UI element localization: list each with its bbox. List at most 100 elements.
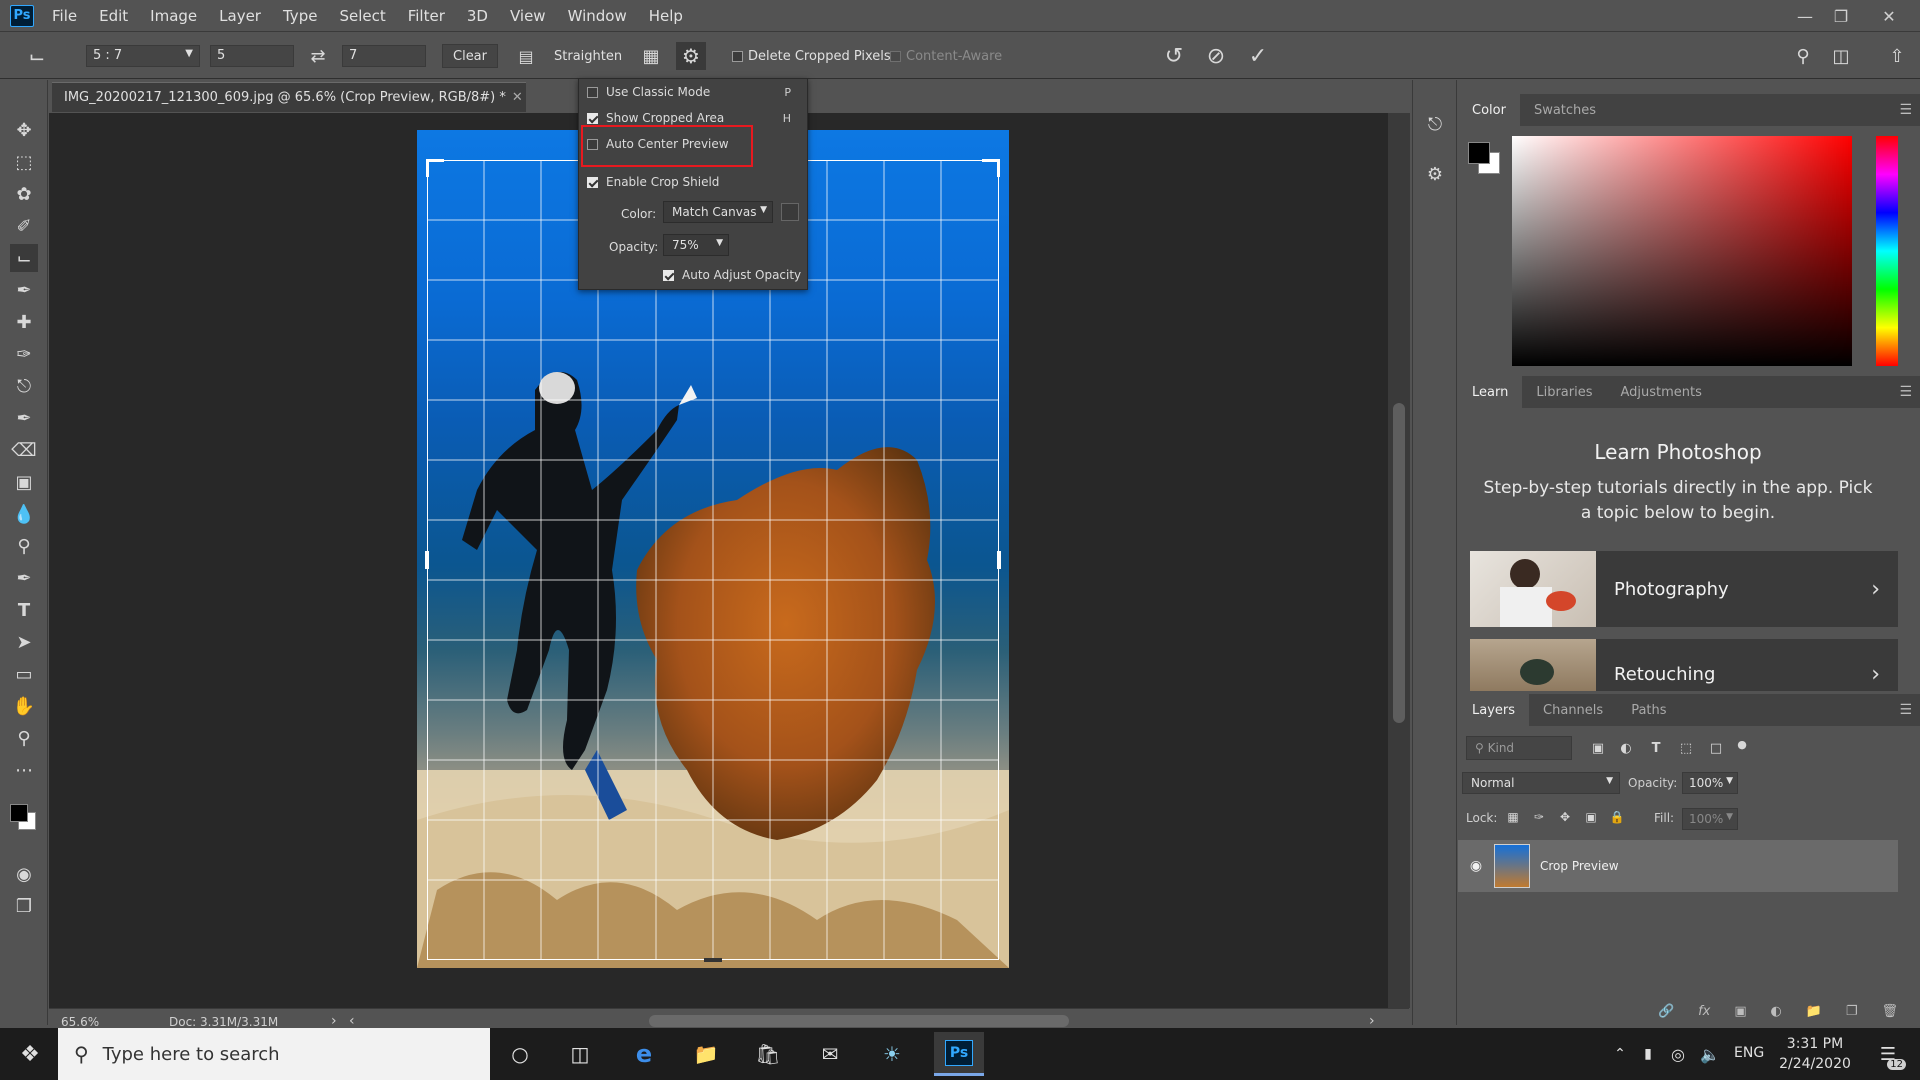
document-tab[interactable]: IMG_20200217_121300_609.jpg @ 65.6% (Cro… [52,82,526,112]
show-cropped-area-option[interactable]: Show Cropped Area H [587,111,801,125]
learn-card-retouching[interactable]: Retouching › [1470,639,1898,691]
layer-fill-input[interactable]: 100% ▼ [1682,808,1738,830]
file-explorer-icon[interactable]: 📁 [686,1036,726,1072]
content-aware-checkbox[interactable] [890,51,901,62]
windows-start-icon[interactable]: ❖ [10,1036,50,1072]
panel-menu-icon[interactable]: ☰ [1899,384,1912,400]
edge-browser-icon[interactable]: e [624,1036,664,1072]
eyedropper-tool-icon[interactable]: ✒ [10,276,38,304]
hand-tool-icon[interactable]: ✋ [10,692,38,720]
language-indicator[interactable]: ENG [1734,1045,1764,1061]
crop-handle-right[interactable] [997,551,1001,569]
filter-pixel-icon[interactable]: ▣ [1588,738,1608,758]
hue-slider[interactable] [1876,136,1898,366]
use-classic-mode-checkbox[interactable] [587,86,598,98]
filter-shape-icon[interactable]: ⬚ [1676,738,1696,758]
menu-type[interactable]: Type [283,7,317,25]
menu-select[interactable]: Select [339,7,385,25]
quick-mask-icon[interactable]: ◉ [10,860,38,888]
pen-tool-icon[interactable]: ✒ [10,564,38,592]
delete-layer-icon[interactable]: 🗑 [1881,1004,1898,1022]
swap-dimensions-icon[interactable]: ⇄ [306,45,330,67]
new-layer-icon[interactable]: ❐ [1846,1004,1858,1022]
zoom-level[interactable]: 65.6% [61,1015,99,1029]
menu-window[interactable]: Window [568,7,627,25]
lock-position-icon[interactable]: ✥ [1556,808,1574,826]
overlay-grid-icon[interactable]: ▦ [638,44,664,68]
taskbar-search-box[interactable]: ⚲ Type here to search [58,1028,490,1080]
canvas-vertical-scrollbar[interactable] [1388,113,1410,1008]
crop-tool-icon[interactable]: ⌙ [10,244,38,272]
layer-opacity-input[interactable]: 100% ▼ [1682,772,1738,794]
lasso-tool-icon[interactable]: ✿ [10,180,38,208]
menu-filter[interactable]: Filter [408,7,445,25]
mail-icon[interactable]: ✉ [810,1036,850,1072]
quick-select-tool-icon[interactable]: ✐ [10,212,38,240]
lock-artboard-icon[interactable]: ▣ [1582,808,1600,826]
crop-handle-bottom[interactable] [704,958,722,962]
panel-menu-icon[interactable]: ☰ [1899,702,1912,718]
horizontal-scroll-thumb[interactable] [649,1015,1069,1027]
menu-view[interactable]: View [510,7,546,25]
lock-transparent-pixels-icon[interactable]: ▦ [1504,808,1522,826]
filter-toggle-icon[interactable]: ● [1734,736,1750,752]
chevron-right-icon[interactable]: › [331,1013,337,1029]
restore-icon[interactable]: ❐ [1818,0,1864,32]
eraser-tool-icon[interactable]: ⌫ [10,436,38,464]
chevron-left-icon[interactable]: ‹ [349,1013,355,1029]
gear-icon[interactable]: ⚙ [676,42,706,70]
healing-brush-tool-icon[interactable]: ✚ [10,308,38,336]
tab-libraries[interactable]: Libraries [1522,376,1606,408]
marquee-tool-icon[interactable]: ⬚ [10,148,38,176]
use-classic-mode-option[interactable]: Use Classic Mode P [587,85,801,99]
straighten-icon[interactable]: ▤ [514,44,538,68]
visibility-eye-icon[interactable]: ◉ [1458,858,1494,874]
type-tool-icon[interactable]: T [10,596,38,624]
move-tool-icon[interactable]: ✥ [10,116,38,144]
lock-image-pixels-icon[interactable]: ✑ [1530,808,1548,826]
crop-handle-left[interactable] [425,551,429,569]
tab-paths[interactable]: Paths [1617,694,1680,726]
properties-panel-icon[interactable]: ⚙ [1421,160,1449,188]
blend-mode-select[interactable]: Normal ▼ [1462,772,1620,794]
reset-icon[interactable]: ↺ [1160,43,1188,69]
color-field[interactable] [1512,136,1852,366]
crop-tool-preset-icon[interactable]: ⌙ [24,44,50,68]
delete-cropped-checkbox[interactable] [732,51,743,62]
clone-stamp-tool-icon[interactable]: ⎋ [10,372,38,400]
enable-crop-shield-checkbox[interactable] [587,176,598,188]
notification-center-icon[interactable]: ☰ 12 [1868,1036,1908,1072]
crop-width-input[interactable]: 5 [210,45,294,67]
filter-adjustment-icon[interactable]: ◐ [1616,738,1636,758]
history-panel-icon[interactable]: ⎋ [1421,110,1449,138]
color-swatches-icon[interactable] [1466,140,1502,176]
blur-tool-icon[interactable]: 💧 [10,500,38,528]
foreground-background-color-icon[interactable] [6,798,40,838]
add-mask-icon[interactable]: ▣ [1734,1004,1746,1022]
learn-card-photography[interactable]: Photography › [1470,551,1898,627]
volume-icon[interactable]: 🔈 [1690,1036,1730,1072]
enable-crop-shield-option[interactable]: Enable Crop Shield [587,175,801,189]
straighten-label[interactable]: Straighten [554,49,622,64]
tab-adjustments[interactable]: Adjustments [1607,376,1716,408]
layer-row[interactable]: ◉ Crop Preview [1458,840,1898,892]
auto-adjust-opacity-checkbox[interactable] [663,269,674,281]
menu-3d[interactable]: 3D [467,7,488,25]
menu-edit[interactable]: Edit [99,7,128,25]
lock-all-icon[interactable]: 🔒 [1608,808,1626,826]
tab-learn[interactable]: Learn [1458,376,1523,408]
zoom-tool-icon[interactable]: ⚲ [10,724,38,752]
clear-button[interactable]: Clear [442,44,498,68]
workspace-icon[interactable]: ◫ [1828,43,1854,69]
show-cropped-area-checkbox[interactable] [587,112,598,124]
photoshop-taskbar-icon[interactable]: Ps [934,1032,984,1076]
menu-help[interactable]: Help [649,7,683,25]
commit-check-icon[interactable]: ✓ [1244,43,1272,69]
screen-mode-icon[interactable]: ❐ [10,892,38,920]
close-tab-icon[interactable]: ✕ [512,90,523,105]
brush-tool-icon[interactable]: ✑ [10,340,38,368]
filter-smart-object-icon[interactable]: □ [1706,738,1726,758]
shield-color-select[interactable]: Match Canvas ▼ [663,201,773,223]
menu-image[interactable]: Image [150,7,197,25]
task-view-icon[interactable]: ◫ [560,1036,600,1072]
